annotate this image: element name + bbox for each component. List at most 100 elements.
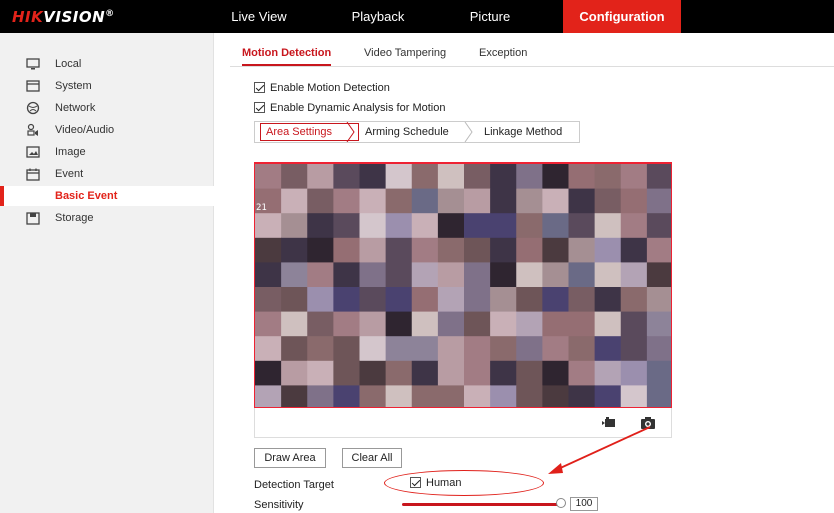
sidebar-item-label: System — [55, 80, 92, 92]
mosaic-tile — [568, 262, 596, 288]
mosaic-tile — [359, 262, 387, 288]
sidebar-item-label: Storage — [55, 212, 94, 224]
subtab-area-settings[interactable]: Area Settings — [260, 122, 359, 142]
mosaic-tile — [464, 287, 491, 313]
snapshot-camera-icon[interactable] — [640, 416, 656, 430]
mosaic-tile — [411, 262, 439, 288]
mosaic-tile — [620, 188, 648, 214]
mosaic-tile — [359, 237, 387, 263]
mosaic-tile — [516, 237, 543, 263]
nav-configuration[interactable]: Configuration — [563, 0, 681, 33]
mosaic-tile — [281, 188, 308, 214]
nav-live-view[interactable]: Live View — [216, 0, 302, 33]
mosaic-tile — [568, 287, 596, 313]
globe-icon — [26, 101, 40, 115]
draw-area-button[interactable]: Draw Area — [254, 448, 326, 468]
sidebar-item-system[interactable]: System — [0, 76, 214, 96]
mosaic-tile — [620, 237, 648, 263]
mosaic-tile — [646, 311, 671, 337]
human-checkbox-row[interactable]: Human — [410, 477, 461, 489]
mosaic-tile — [411, 360, 439, 386]
mosaic-tile — [411, 164, 439, 190]
mosaic-tile — [307, 213, 334, 239]
mosaic-tile — [411, 188, 439, 214]
mosaic-tile — [255, 287, 282, 313]
tab-exception[interactable]: Exception — [479, 40, 527, 66]
mosaic-tile — [542, 287, 570, 313]
sidebar-item-image[interactable]: Image — [0, 142, 214, 162]
mosaic-tile — [437, 213, 465, 239]
mosaic-tile — [333, 385, 361, 407]
mosaic-tile — [542, 188, 570, 214]
sensitivity-value-field[interactable]: 100 — [570, 497, 598, 511]
sidebar-item-event[interactable]: Event — [0, 164, 214, 184]
mosaic-tile — [594, 360, 622, 386]
mosaic-tile — [464, 164, 491, 190]
sidebar-item-storage[interactable]: Storage — [0, 208, 214, 228]
tab-video-tampering[interactable]: Video Tampering — [364, 40, 446, 66]
mosaic-tile — [646, 360, 671, 386]
sidebar-item-label: Basic Event — [55, 190, 118, 202]
disk-icon — [26, 211, 40, 225]
mosaic-tile — [490, 287, 517, 313]
pixelated-video-feed — [255, 164, 671, 407]
enable-dynamic-row[interactable]: Enable Dynamic Analysis for Motion — [254, 100, 445, 116]
sidebar-item-label: Video/Audio — [55, 124, 115, 136]
enable-motion-checkbox[interactable] — [254, 82, 265, 93]
sidebar-item-local[interactable]: Local — [0, 54, 214, 74]
enable-motion-row[interactable]: Enable Motion Detection — [254, 80, 390, 96]
mosaic-tile — [568, 164, 596, 190]
mosaic-tile — [568, 385, 596, 407]
mosaic-tile — [281, 311, 308, 337]
enable-dynamic-checkbox[interactable] — [254, 102, 265, 113]
mosaic-tile — [542, 164, 570, 190]
record-icon[interactable] — [601, 416, 617, 430]
mosaic-tile — [411, 287, 439, 313]
mosaic-tile — [568, 188, 596, 214]
mosaic-tile — [281, 262, 308, 288]
mosaic-tile — [594, 237, 622, 263]
mosaic-tile — [359, 360, 387, 386]
mosaic-tile — [307, 164, 334, 190]
mosaic-tile — [385, 385, 413, 407]
mosaic-tile — [516, 213, 543, 239]
mosaic-tile — [255, 213, 282, 239]
mosaic-tile — [542, 213, 570, 239]
sidebar-item-video-audio[interactable]: Video/Audio — [0, 120, 214, 140]
mosaic-tile — [385, 164, 413, 190]
human-checkbox[interactable] — [410, 477, 421, 488]
nav-playback[interactable]: Playback — [335, 0, 421, 33]
mosaic-tile — [255, 385, 282, 407]
mosaic-tile — [333, 336, 361, 362]
mosaic-tile — [359, 385, 387, 407]
clear-all-button[interactable]: Clear All — [342, 448, 402, 468]
mosaic-tile — [542, 262, 570, 288]
subtab-linkage-method[interactable]: Linkage Method — [484, 122, 562, 142]
mosaic-tile — [359, 311, 387, 337]
mosaic-tile — [620, 213, 648, 239]
mosaic-tile — [646, 188, 671, 214]
nav-picture[interactable]: Picture — [447, 0, 533, 33]
mosaic-tile — [646, 164, 671, 190]
sidebar-item-network[interactable]: Network — [0, 98, 214, 118]
mosaic-tile — [255, 336, 282, 362]
tab-motion-detection[interactable]: Motion Detection — [242, 40, 332, 66]
window-icon — [26, 79, 40, 93]
mosaic-tile — [333, 360, 361, 386]
subtab-arming-schedule[interactable]: Arming Schedule — [365, 122, 449, 142]
sensitivity-slider-track[interactable] — [402, 503, 558, 506]
mosaic-tile — [307, 262, 334, 288]
mosaic-tile — [281, 336, 308, 362]
mosaic-tile — [411, 385, 439, 407]
sidebar-item-basic-event[interactable]: Basic Event — [0, 186, 214, 206]
calendar-icon — [26, 167, 40, 181]
sensitivity-slider-thumb[interactable] — [556, 498, 566, 508]
video-preview-area[interactable]: 21 — [254, 162, 672, 408]
mosaic-tile — [307, 311, 334, 337]
mosaic-tile — [620, 385, 648, 407]
active-indicator — [0, 186, 4, 206]
mosaic-tile — [490, 213, 517, 239]
mosaic-tile — [437, 336, 465, 362]
mosaic-tile — [646, 237, 671, 263]
mosaic-tile — [464, 336, 491, 362]
